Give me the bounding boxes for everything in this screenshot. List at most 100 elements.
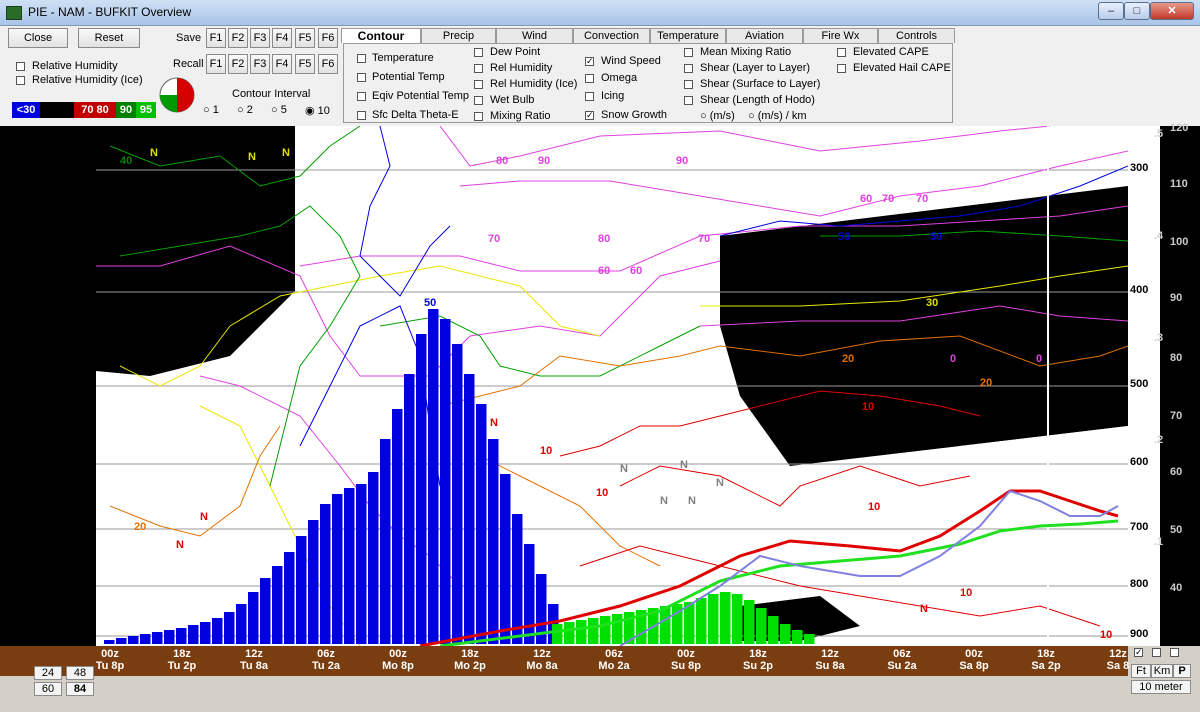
- recall-f1-button[interactable]: F1: [206, 54, 226, 74]
- precip-bar-blue: [320, 504, 331, 644]
- reset-button[interactable]: Reset: [78, 28, 140, 48]
- precip-bar-blue: [356, 484, 367, 644]
- recall-f4-button[interactable]: F4: [272, 54, 292, 74]
- interval-5-radio[interactable]: ○ 5: [271, 104, 287, 116]
- mixing-ratio-checkbox[interactable]: [474, 112, 483, 121]
- hours-84-button[interactable]: 84: [66, 682, 94, 696]
- svg-text:10: 10: [868, 501, 880, 513]
- save-f4-button[interactable]: F4: [272, 28, 292, 48]
- mixing-ratio-label: Mixing Ratio: [490, 110, 551, 122]
- potential-temp-checkbox[interactable]: [357, 73, 366, 82]
- recall-f3-button[interactable]: F3: [250, 54, 270, 74]
- maximize-button[interactable]: □: [1124, 2, 1150, 20]
- pressure-label: 900: [1130, 628, 1149, 640]
- elevated-hail-cape-label: Elevated Hail CAPE: [853, 62, 951, 74]
- window-title: PIE - NAM - BUFKIT Overview: [28, 5, 192, 19]
- tab-fire-wx[interactable]: Fire Wx: [803, 28, 878, 43]
- tab-temperature[interactable]: Temperature: [650, 28, 726, 43]
- precip-bar-blue: [344, 488, 355, 644]
- rh-ice-label: Relative Humidity (Ice): [32, 74, 143, 86]
- tab-convection[interactable]: Convection: [573, 28, 650, 43]
- time-tick-local: Su 2p: [743, 660, 773, 672]
- sfc-delta-theta-e-checkbox[interactable]: [357, 111, 366, 120]
- hours-24-button[interactable]: 24: [34, 666, 62, 680]
- rh-ice-checkbox[interactable]: [16, 76, 25, 85]
- hours-48-button[interactable]: 48: [66, 666, 94, 680]
- wind-speed-checkbox[interactable]: ✓: [585, 57, 594, 66]
- tab-wind[interactable]: Wind: [496, 28, 573, 43]
- elevated-cape-checkbox[interactable]: [837, 48, 846, 57]
- eqiv-potential-temp-checkbox[interactable]: [357, 92, 366, 101]
- tab-controls[interactable]: Controls: [878, 28, 955, 43]
- time-tick-z: 12z: [533, 648, 551, 660]
- app-icon: [6, 6, 22, 20]
- minimize-button[interactable]: –: [1098, 2, 1124, 20]
- shear-surface-label: Shear (Surface to Layer): [700, 78, 821, 90]
- save-f5-button[interactable]: F5: [295, 28, 315, 48]
- tab-aviation[interactable]: Aviation: [726, 28, 803, 43]
- shear-ms-km-radio[interactable]: ○ (m/s) / km: [748, 110, 807, 122]
- unit-checkbox-3[interactable]: [1170, 648, 1179, 657]
- time-tick-z: 00z: [389, 648, 407, 660]
- contour-interval-label: Contour Interval: [232, 88, 311, 100]
- precip-bar-green: [780, 624, 791, 644]
- mean-mixing-ratio-checkbox[interactable]: [684, 48, 693, 57]
- hours-60-button[interactable]: 60: [34, 682, 62, 696]
- shear-ms-radio[interactable]: ○ (m/s): [700, 110, 735, 122]
- precip-bar-blue: [260, 578, 271, 644]
- units-p-button[interactable]: P: [1173, 664, 1191, 678]
- interval-10-radio[interactable]: ◉ 10: [305, 104, 330, 117]
- close-window-button[interactable]: ✕: [1150, 2, 1194, 20]
- units-ft-button[interactable]: Ft: [1131, 664, 1151, 678]
- interval-2-radio[interactable]: ○ 2: [237, 104, 253, 116]
- interval-1-radio[interactable]: ○ 1: [203, 104, 219, 116]
- save-f3-button[interactable]: F3: [250, 28, 270, 48]
- close-button[interactable]: Close: [8, 28, 68, 48]
- plot-canvas[interactable]: 40 N N N 80 90 90 70 80 70 60 60 60 70 7…: [0, 126, 1128, 646]
- time-tick-local: Su 2a: [887, 660, 917, 672]
- elevated-hail-cape-checkbox[interactable]: [837, 64, 846, 73]
- surface-10m-button[interactable]: 10 meter: [1131, 680, 1191, 694]
- temperature-checkbox[interactable]: [357, 54, 366, 63]
- time-height-plot[interactable]: 40 N N N 80 90 90 70 80 70 60 60 60 70 7…: [0, 126, 1200, 646]
- icing-checkbox[interactable]: [585, 92, 594, 101]
- svg-text:N: N: [920, 603, 928, 615]
- time-tick-z: 12z: [245, 648, 263, 660]
- precip-bar-blue: [332, 494, 343, 644]
- dew-point-checkbox[interactable]: [474, 48, 483, 57]
- omega-label: Omega: [601, 72, 638, 84]
- rel-humidity-ice-checkbox[interactable]: [474, 80, 483, 89]
- save-f1-button[interactable]: F1: [206, 28, 226, 48]
- time-tick: 18z Mo 2p: [448, 648, 492, 672]
- time-tick-local: Mo 2p: [454, 660, 486, 672]
- shear-hodo-checkbox[interactable]: [684, 96, 693, 105]
- snow-growth-checkbox[interactable]: ✓: [585, 111, 594, 120]
- shear-layer-checkbox[interactable]: [684, 64, 693, 73]
- time-tick: 06z Su 2a: [880, 648, 924, 672]
- units-km-button[interactable]: Km: [1151, 664, 1173, 678]
- unit-checkbox-2[interactable]: [1152, 648, 1161, 657]
- recall-f6-button[interactable]: F6: [318, 54, 338, 74]
- svg-text:40: 40: [120, 155, 132, 167]
- rh-checkbox[interactable]: [16, 62, 25, 71]
- recall-f5-button[interactable]: F5: [295, 54, 315, 74]
- time-tick-local: Mo 8a: [526, 660, 558, 672]
- save-f6-button[interactable]: F6: [318, 28, 338, 48]
- unit-checkbox-1[interactable]: ✓: [1134, 648, 1143, 657]
- shear-surface-checkbox[interactable]: [684, 80, 693, 89]
- save-f2-button[interactable]: F2: [228, 28, 248, 48]
- rel-humidity-checkbox[interactable]: [474, 64, 483, 73]
- wet-bulb-checkbox[interactable]: [474, 96, 483, 105]
- height-label: 40: [1170, 582, 1183, 594]
- time-tick: 12z Mo 8a: [520, 648, 564, 672]
- precip-bar-blue: [236, 604, 247, 644]
- time-tick-local: Mo 8p: [382, 660, 414, 672]
- svg-text:60: 60: [598, 265, 610, 277]
- tab-contour[interactable]: Contour: [341, 28, 421, 43]
- recall-f2-button[interactable]: F2: [228, 54, 248, 74]
- omega-checkbox[interactable]: [585, 74, 594, 83]
- svg-text:20: 20: [842, 353, 854, 365]
- tab-precip[interactable]: Precip: [421, 28, 496, 43]
- svg-text:50: 50: [930, 231, 942, 243]
- time-tick: 18z Tu 2p: [160, 648, 204, 672]
